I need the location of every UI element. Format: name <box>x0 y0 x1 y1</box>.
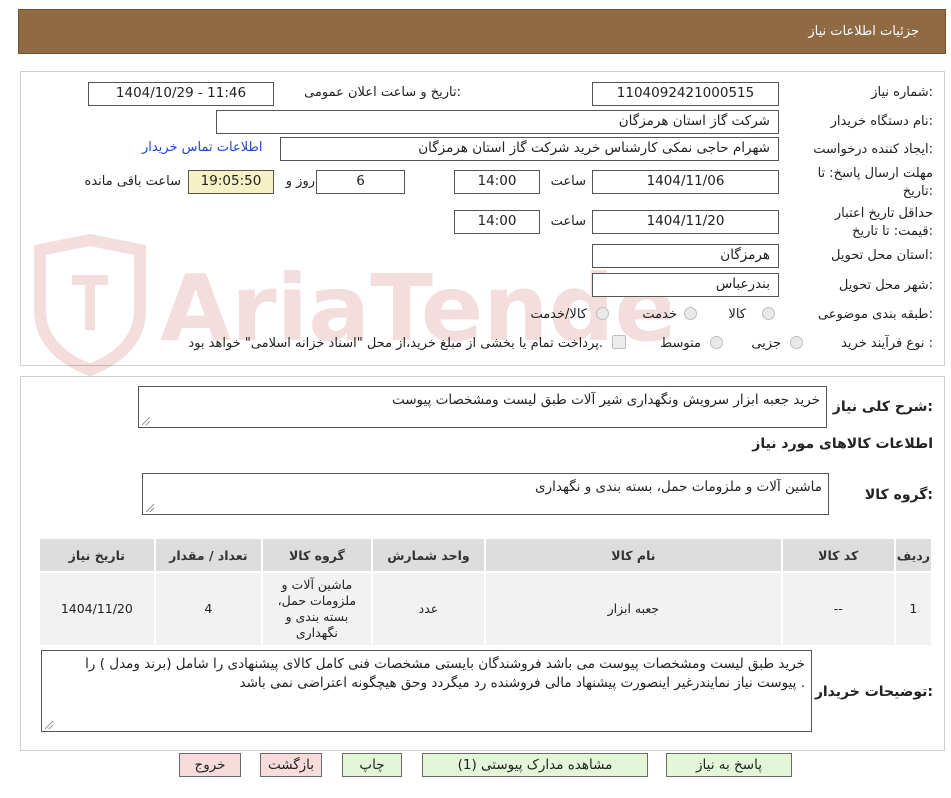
table-row: 1 -- جعبه ابزار عدد ماشین آلات و ملزومات… <box>38 571 934 647</box>
description-field: خرید جعبه ابزار سرویش ونگهداری شیر آلات … <box>138 386 827 428</box>
announce-field: 1404/10/29 - 11:46 <box>88 82 274 106</box>
col-name: نام کالا <box>484 537 783 573</box>
requester-field: شهرام حاجی نمکی کارشناس خرید شرکت گاز اس… <box>280 137 779 161</box>
page-title: جزئیات اطلاعات نیاز <box>808 24 919 39</box>
col-index: ردیف <box>893 537 934 573</box>
category-option-goods-service: کالا/خدمت <box>530 307 587 322</box>
cell-group: ماشین آلات و ملزومات حمل، بسته بندی و نگ… <box>261 571 373 647</box>
goods-group-field: ماشین آلات و ملزومات حمل، بسته بندی و نگ… <box>142 473 829 515</box>
deadline-label-line2: تاریخ: <box>902 184 933 199</box>
col-qty: تعداد / مقدار <box>153 537 264 573</box>
exit-button[interactable]: خروج <box>179 753 241 777</box>
print-button[interactable]: چاپ <box>342 753 402 777</box>
category-option-goods: کالا <box>728 307 746 322</box>
deadline-label: مهلت ارسال پاسخ: تا تاریخ: <box>818 165 933 201</box>
validity-label: حداقل تاریخ اعتبار قیمت: تا تاریخ: <box>835 205 933 241</box>
validity-label-line1: حداقل تاریخ اعتبار <box>834 206 933 221</box>
col-code: کد کالا <box>780 537 896 573</box>
requester-label: ایجاد کننده درخواست: <box>813 142 933 157</box>
goods-section-title: اطلاعات کالاهای مورد نیاز <box>752 436 933 452</box>
province-label: استان محل تحویل: <box>831 248 933 263</box>
need-number-label: شماره نیاز: <box>871 85 933 100</box>
col-group: گروه کالا <box>261 537 373 573</box>
page-header: جزئیات اطلاعات نیاز <box>18 9 946 54</box>
buyer-notes-field: خرید طبق لیست ومشخصات پیوست می باشد فروش… <box>41 650 812 732</box>
buyer-notes-label: توضیحات خریدار: <box>814 684 933 700</box>
reply-button[interactable]: پاسخ به نیاز <box>666 753 792 777</box>
deadline-time-field: 14:00 <box>454 170 540 194</box>
category-option-service: خدمت <box>642 307 677 322</box>
description-label: شرح کلی نیاز: <box>832 399 933 415</box>
city-label: شهر محل تحویل: <box>838 278 933 293</box>
process-radio-medium[interactable] <box>710 336 723 349</box>
city-field: بندرعباس <box>592 273 779 297</box>
buyer-org-field: شرکت گاز استان هرمزگان <box>216 110 779 134</box>
cell-code: -- <box>780 571 896 647</box>
cell-index: 1 <box>893 571 934 647</box>
resize-grip-icon[interactable] <box>142 417 150 425</box>
category-radio-goods-service[interactable] <box>596 307 609 320</box>
process-label: نوع فرآیند خرید : <box>841 336 933 351</box>
col-unit: واحد شمارش <box>370 537 487 573</box>
remaining-label: ساعت باقی مانده <box>84 174 181 189</box>
treasury-checkbox[interactable] <box>612 335 626 349</box>
days-field: 6 <box>316 170 405 194</box>
cell-qty: 4 <box>153 571 264 647</box>
process-option-minor: جزیی <box>751 336 781 351</box>
cell-unit: عدد <box>370 571 487 647</box>
deadline-date-field: 1404/11/06 <box>592 170 779 194</box>
attachments-button[interactable]: مشاهده مدارک پیوستی (1) <box>422 753 648 777</box>
goods-table: ردیف کد کالا نام کالا واحد شمارش گروه کا… <box>38 537 934 647</box>
category-radio-goods[interactable] <box>762 307 775 320</box>
buyer-notes-text: خرید طبق لیست ومشخصات پیوست می باشد فروش… <box>85 656 805 691</box>
validity-time-field: 14:00 <box>454 210 540 234</box>
validity-time-label: ساعت <box>550 214 586 229</box>
watermark: AriaTender.neT <box>30 230 935 380</box>
remaining-time-field: 19:05:50 <box>188 170 274 194</box>
process-radio-minor[interactable] <box>790 336 803 349</box>
deadline-time-label: ساعت <box>550 174 586 189</box>
back-button[interactable]: بازگشت <box>260 753 322 777</box>
process-option-medium: متوسط <box>660 336 701 351</box>
watermark-logo-icon <box>34 233 146 377</box>
deadline-label-line1: مهلت ارسال پاسخ: تا <box>817 166 933 181</box>
cell-date: 1404/11/20 <box>38 571 156 647</box>
days-label: روز و <box>285 174 315 189</box>
buyer-contact-link[interactable]: اطلاعات تماس خریدار <box>142 140 262 155</box>
category-label: طبقه بندی موضوعی: <box>817 307 933 322</box>
col-date: تاریخ نیاز <box>38 537 156 573</box>
validity-label-line2: قیمت: تا تاریخ: <box>852 224 933 239</box>
goods-table-header: ردیف کد کالا نام کالا واحد شمارش گروه کا… <box>38 537 934 573</box>
description-text: خرید جعبه ابزار سرویش ونگهداری شیر آلات … <box>391 392 820 408</box>
province-field: هرمزگان <box>592 244 779 268</box>
need-number-field: 1104092421000515 <box>592 82 779 106</box>
cell-name: جعبه ابزار <box>484 571 783 647</box>
resize-grip-icon[interactable] <box>146 504 154 512</box>
validity-date-field: 1404/11/20 <box>592 210 779 234</box>
category-radio-service[interactable] <box>684 307 697 320</box>
process-note: پرداخت تمام یا بخشی از مبلغ خرید،از محل … <box>188 336 603 351</box>
goods-group-label: گروه کالا: <box>864 487 933 503</box>
resize-grip-icon[interactable] <box>45 721 53 729</box>
goods-group-text: ماشین آلات و ملزومات حمل، بسته بندی و نگ… <box>535 479 822 495</box>
buyer-org-label: نام دستگاه خریدار: <box>830 114 933 129</box>
announce-label: تاریخ و ساعت اعلان عمومی: <box>304 85 461 100</box>
